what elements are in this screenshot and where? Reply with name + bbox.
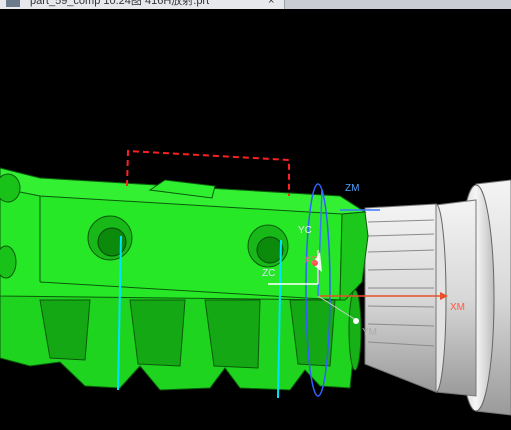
- zc-axis-label: ZC: [262, 268, 275, 279]
- model-scene: ZM XM YM YC XC ZC: [0, 149, 511, 416]
- green-part: [0, 167, 369, 391]
- zm-axis-label: ZM: [345, 183, 359, 194]
- ym-axis-label: YM: [362, 327, 377, 338]
- yc-axis-label: YC: [298, 225, 312, 236]
- document-tab-strip: part_59_comp 10.24图 416H放射.prt ×: [0, 0, 511, 9]
- tab-close-icon[interactable]: ×: [268, 0, 274, 7]
- graphics-viewport[interactable]: ZM XM YM YC XC ZC: [0, 9, 511, 425]
- spindle-body: [364, 179, 511, 416]
- xc-axis-label: XC: [304, 255, 318, 266]
- document-tab[interactable]: part_59_comp 10.24图 416H放射.prt ×: [0, 0, 285, 9]
- tab-title: part_59_comp 10.24图 416H放射.prt: [30, 0, 210, 7]
- xm-axis-label: XM: [450, 302, 465, 313]
- part-file-icon: [6, 0, 20, 7]
